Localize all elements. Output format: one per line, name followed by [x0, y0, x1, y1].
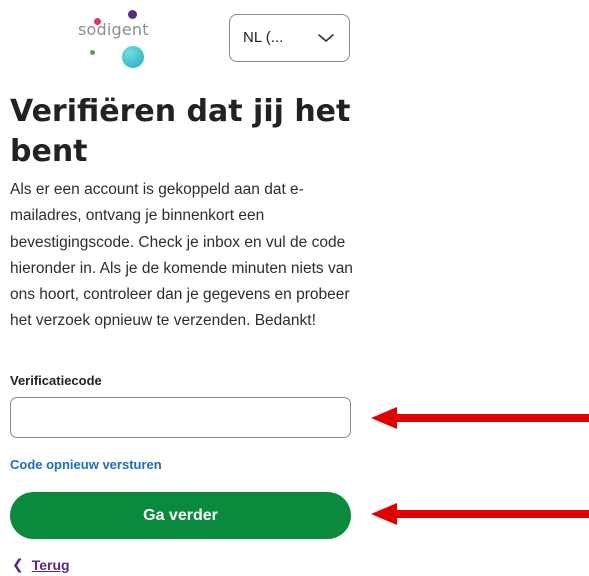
page-title: Verifiëren dat jij het bent — [10, 94, 351, 169]
language-select-value: NL (... — [243, 29, 284, 46]
logo-dot-green — [90, 50, 95, 55]
back-link[interactable]: ❮ Terug — [12, 556, 70, 573]
arrow-left-icon — [371, 503, 589, 525]
verification-code-label: Verificatiecode — [10, 373, 102, 388]
language-select[interactable]: NL (... — [229, 14, 350, 62]
arrow-left-icon — [371, 407, 589, 429]
continue-button[interactable]: Ga verder — [10, 492, 351, 539]
logo-dot-purple — [128, 10, 137, 19]
back-link-label: Terug — [31, 556, 70, 573]
chevron-down-icon — [318, 34, 334, 42]
logo-text: sodigent — [78, 20, 149, 39]
resend-code-link[interactable]: Code opnieuw versturen — [10, 457, 162, 472]
brand-logo: sodigent — [78, 6, 168, 72]
page-description: Als er een account is gekoppeld aan dat … — [10, 181, 353, 330]
logo-dot-cyan — [122, 46, 144, 68]
chevron-left-icon: ❮ — [12, 556, 24, 572]
verification-code-input[interactable] — [10, 397, 351, 438]
